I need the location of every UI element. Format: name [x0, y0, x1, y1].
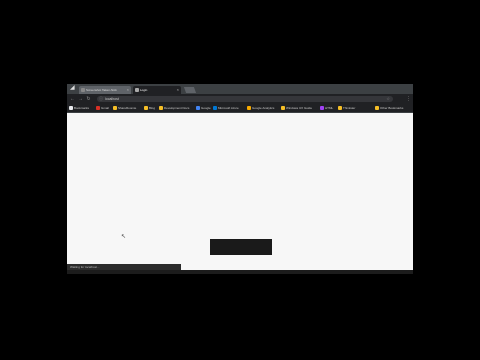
bookmark-item[interactable]: Blog [144, 104, 155, 112]
tab-strip: ◢ Screenshot Taken-Nick × Login × [67, 84, 413, 94]
star-icon[interactable]: ☆ [386, 96, 390, 102]
bookmark-label: Windows UX Guide [286, 106, 313, 110]
address-bar[interactable]: ⓘ localhost ☆ [97, 96, 393, 102]
page-content: ↖ [69, 113, 411, 268]
bookmark-item[interactable]: Windows UX Guide [281, 104, 312, 112]
tab-favicon-icon [81, 88, 85, 92]
taskbar [67, 270, 413, 274]
bookmark-item[interactable]: Google [196, 104, 211, 112]
analytics-icon [247, 106, 251, 110]
tab-login[interactable]: Login × [133, 86, 181, 94]
bookmark-label: Development Docs [164, 106, 190, 110]
tab-favicon-icon [135, 88, 139, 92]
menu-icon[interactable]: ⋮ [406, 95, 411, 103]
info-icon[interactable]: ⓘ [99, 96, 103, 102]
bookmark-label: ShareRoomie [118, 106, 137, 110]
back-icon[interactable]: ← [69, 95, 76, 103]
bookmark-item[interactable]: HTML [320, 104, 333, 112]
bookmark-label: Blog [149, 106, 156, 110]
folder-icon [338, 106, 342, 110]
address-url: localhost [105, 97, 119, 101]
close-icon[interactable]: × [127, 86, 129, 94]
bookmark-item[interactable]: Other Bookmarks [375, 104, 403, 112]
bookmark-item[interactable]: Microsoft Azure [213, 104, 239, 112]
folder-icon [159, 106, 163, 110]
folder-icon [375, 106, 379, 110]
tab-title: Login [140, 88, 148, 92]
bookmark-label: Google Analytics [252, 106, 275, 110]
browser-logo-icon: ◢ [70, 85, 75, 91]
bookmark-label: Bookmarks [74, 106, 90, 110]
tab-screenshot[interactable]: Screenshot Taken-Nick × [79, 86, 131, 94]
bookmark-label: Gmail [101, 106, 109, 110]
folder-icon [144, 106, 148, 110]
html-icon [320, 106, 324, 110]
gmail-icon [96, 106, 100, 110]
bookmarks-bar: Bookmarks Gmail ShareRoomie Blog Develop… [67, 104, 413, 113]
folder-icon [281, 106, 285, 110]
bookmark-item[interactable]: Bookmarks [69, 104, 89, 112]
bookmark-label: Google [201, 106, 211, 110]
mouse-cursor-icon: ↖ [121, 234, 127, 240]
bookmark-label: Thinkster [343, 106, 356, 110]
browser-toolbar: ← → ↻ ⓘ localhost ☆ ⋮ [67, 94, 413, 104]
tab-title: Screenshot Taken-Nick [86, 88, 117, 92]
bookmark-item[interactable]: Thinkster [338, 104, 355, 112]
browser-window: ◢ Screenshot Taken-Nick × Login × ← → ↻ … [67, 84, 413, 274]
new-tab-button[interactable] [183, 87, 197, 93]
bookmark-item[interactable]: Google Analytics [247, 104, 274, 112]
bookmark-label: Microsoft Azure [218, 106, 239, 110]
apps-icon [69, 106, 73, 110]
bookmark-label: HTML [325, 106, 334, 110]
reload-icon[interactable]: ↻ [85, 95, 92, 103]
bookmark-label: Other Bookmarks [380, 106, 404, 110]
azure-icon [213, 106, 217, 110]
bookmark-item[interactable]: ShareRoomie [113, 104, 136, 112]
folder-icon [113, 106, 117, 110]
dark-panel[interactable] [210, 239, 272, 255]
forward-icon[interactable]: → [77, 95, 84, 103]
google-icon [196, 106, 200, 110]
bookmark-item[interactable]: Development Docs [159, 104, 189, 112]
bookmark-item[interactable]: Gmail [96, 104, 109, 112]
close-icon[interactable]: × [177, 86, 179, 94]
